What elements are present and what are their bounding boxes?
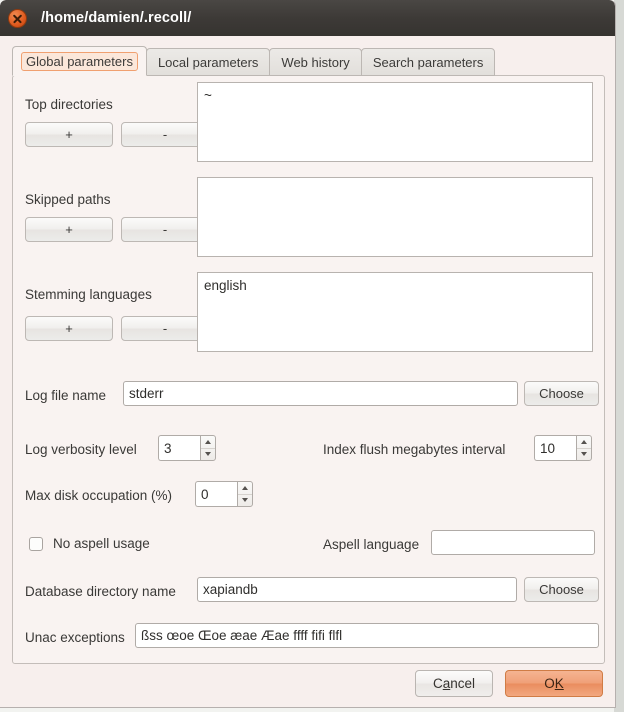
tab-global-parameters-label: Global parameters — [21, 51, 138, 71]
spin-up-icon[interactable] — [201, 436, 215, 449]
unac-exceptions-label: Unac exceptions — [25, 630, 125, 645]
list-item[interactable]: english — [204, 277, 586, 294]
top-directories-remove-label: - — [162, 127, 168, 142]
close-icon[interactable] — [8, 8, 27, 28]
top-directories-remove-button[interactable]: - — [121, 122, 209, 147]
max-disk-occupation-label: Max disk occupation (%) — [25, 488, 173, 503]
database-directory-name-choose-label: Choose — [539, 582, 584, 597]
log-verbosity-level-value[interactable]: 3 — [158, 435, 200, 461]
log-verbosity-level-label: Log verbosity level — [25, 442, 137, 457]
log-file-name-input[interactable]: stderr — [123, 381, 518, 406]
skipped-paths-label: Skipped paths — [25, 192, 111, 207]
aspell-language-label: Aspell language — [323, 537, 420, 552]
skipped-paths-remove-label: - — [162, 222, 168, 237]
top-directories-add-label: + — [65, 127, 73, 142]
index-flush-megabytes-interval-buttons — [576, 435, 592, 461]
title-bar: /home/damien/.recoll/ — [0, 0, 615, 36]
no-aspell-usage-label: No aspell usage — [53, 536, 150, 551]
top-directories-list[interactable]: ~ — [197, 82, 593, 162]
unac-exceptions-input[interactable]: ßss œoe Œoe æae Æae ffff fifi flfl — [135, 623, 599, 648]
spin-up-icon[interactable] — [238, 482, 252, 495]
index-flush-megabytes-interval-label: Index flush megabytes interval — [323, 442, 506, 457]
log-verbosity-level-buttons — [200, 435, 216, 461]
log-verbosity-level-stepper[interactable]: 3 — [158, 435, 216, 461]
screen: /home/damien/.recoll/ Global parameters … — [0, 0, 624, 712]
stemming-languages-list[interactable]: english — [197, 272, 593, 352]
no-aspell-usage-checkbox[interactable] — [29, 536, 43, 551]
log-file-name-choose-label: Choose — [539, 386, 584, 401]
ok-button[interactable]: OK — [505, 670, 603, 697]
index-flush-megabytes-interval-value[interactable]: 10 — [534, 435, 576, 461]
cancel-button-accelerator: a — [442, 676, 451, 691]
spin-down-icon[interactable] — [201, 449, 215, 461]
tab-search-parameters[interactable]: Search parameters — [360, 48, 496, 76]
database-directory-name-label: Database directory name — [25, 584, 176, 599]
skipped-paths-add-label: + — [65, 222, 73, 237]
stemming-languages-add-button[interactable]: + — [25, 316, 113, 341]
log-file-name-label: Log file name — [25, 388, 107, 403]
spin-down-icon[interactable] — [577, 449, 591, 461]
tab-bar: Global parameters Local parameters Web h… — [12, 45, 615, 76]
ok-button-accelerator: K — [554, 676, 564, 691]
tab-global-parameters[interactable]: Global parameters — [12, 46, 147, 76]
skipped-paths-add-button[interactable]: + — [25, 217, 113, 242]
dialog-button-box: Ca ncel OK — [415, 670, 603, 697]
cancel-button-prefix: C — [432, 676, 443, 691]
cancel-button-suffix: ncel — [450, 676, 476, 691]
ok-button-prefix: O — [544, 676, 555, 691]
global-parameters-panel: Top directories + - ~ Skipped paths + - … — [12, 75, 605, 664]
tab-local-parameters-label: Local parameters — [157, 54, 259, 70]
tab-search-parameters-label: Search parameters — [372, 54, 484, 70]
max-disk-occupation-stepper[interactable]: 0 — [195, 481, 253, 507]
unac-exceptions-value: ßss œoe Œoe æae Æae ffff fifi flfl — [141, 628, 343, 643]
top-directories-label: Top directories — [25, 97, 113, 112]
log-file-name-value: stderr — [129, 386, 164, 401]
stemming-languages-add-label: + — [65, 321, 73, 336]
cancel-button[interactable]: Ca ncel — [415, 670, 493, 697]
max-disk-occupation-buttons — [237, 481, 253, 507]
skipped-paths-remove-button[interactable]: - — [121, 217, 209, 242]
stemming-languages-remove-button[interactable]: - — [121, 316, 209, 341]
window-title: /home/damien/.recoll/ — [41, 10, 192, 26]
database-directory-name-choose-button[interactable]: Choose — [524, 577, 599, 602]
max-disk-occupation-value[interactable]: 0 — [195, 481, 237, 507]
preferences-dialog-window: /home/damien/.recoll/ Global parameters … — [0, 0, 616, 708]
database-directory-name-input[interactable]: xapiandb — [197, 577, 517, 602]
log-file-name-choose-button[interactable]: Choose — [524, 381, 599, 406]
tab-local-parameters[interactable]: Local parameters — [145, 48, 271, 76]
stemming-languages-remove-label: - — [162, 321, 168, 336]
database-directory-name-value: xapiandb — [203, 582, 258, 597]
spin-down-icon[interactable] — [238, 495, 252, 507]
aspell-language-input[interactable] — [431, 530, 595, 555]
spin-up-icon[interactable] — [577, 436, 591, 449]
top-directories-add-button[interactable]: + — [25, 122, 113, 147]
no-aspell-usage-row[interactable]: No aspell usage — [29, 536, 150, 551]
list-item[interactable]: ~ — [204, 87, 586, 104]
tab-web-history[interactable]: Web history — [269, 48, 362, 76]
stemming-languages-label: Stemming languages — [25, 287, 152, 302]
skipped-paths-list[interactable] — [197, 177, 593, 257]
index-flush-megabytes-interval-stepper[interactable]: 10 — [534, 435, 592, 461]
tab-web-history-label: Web history — [281, 54, 350, 70]
